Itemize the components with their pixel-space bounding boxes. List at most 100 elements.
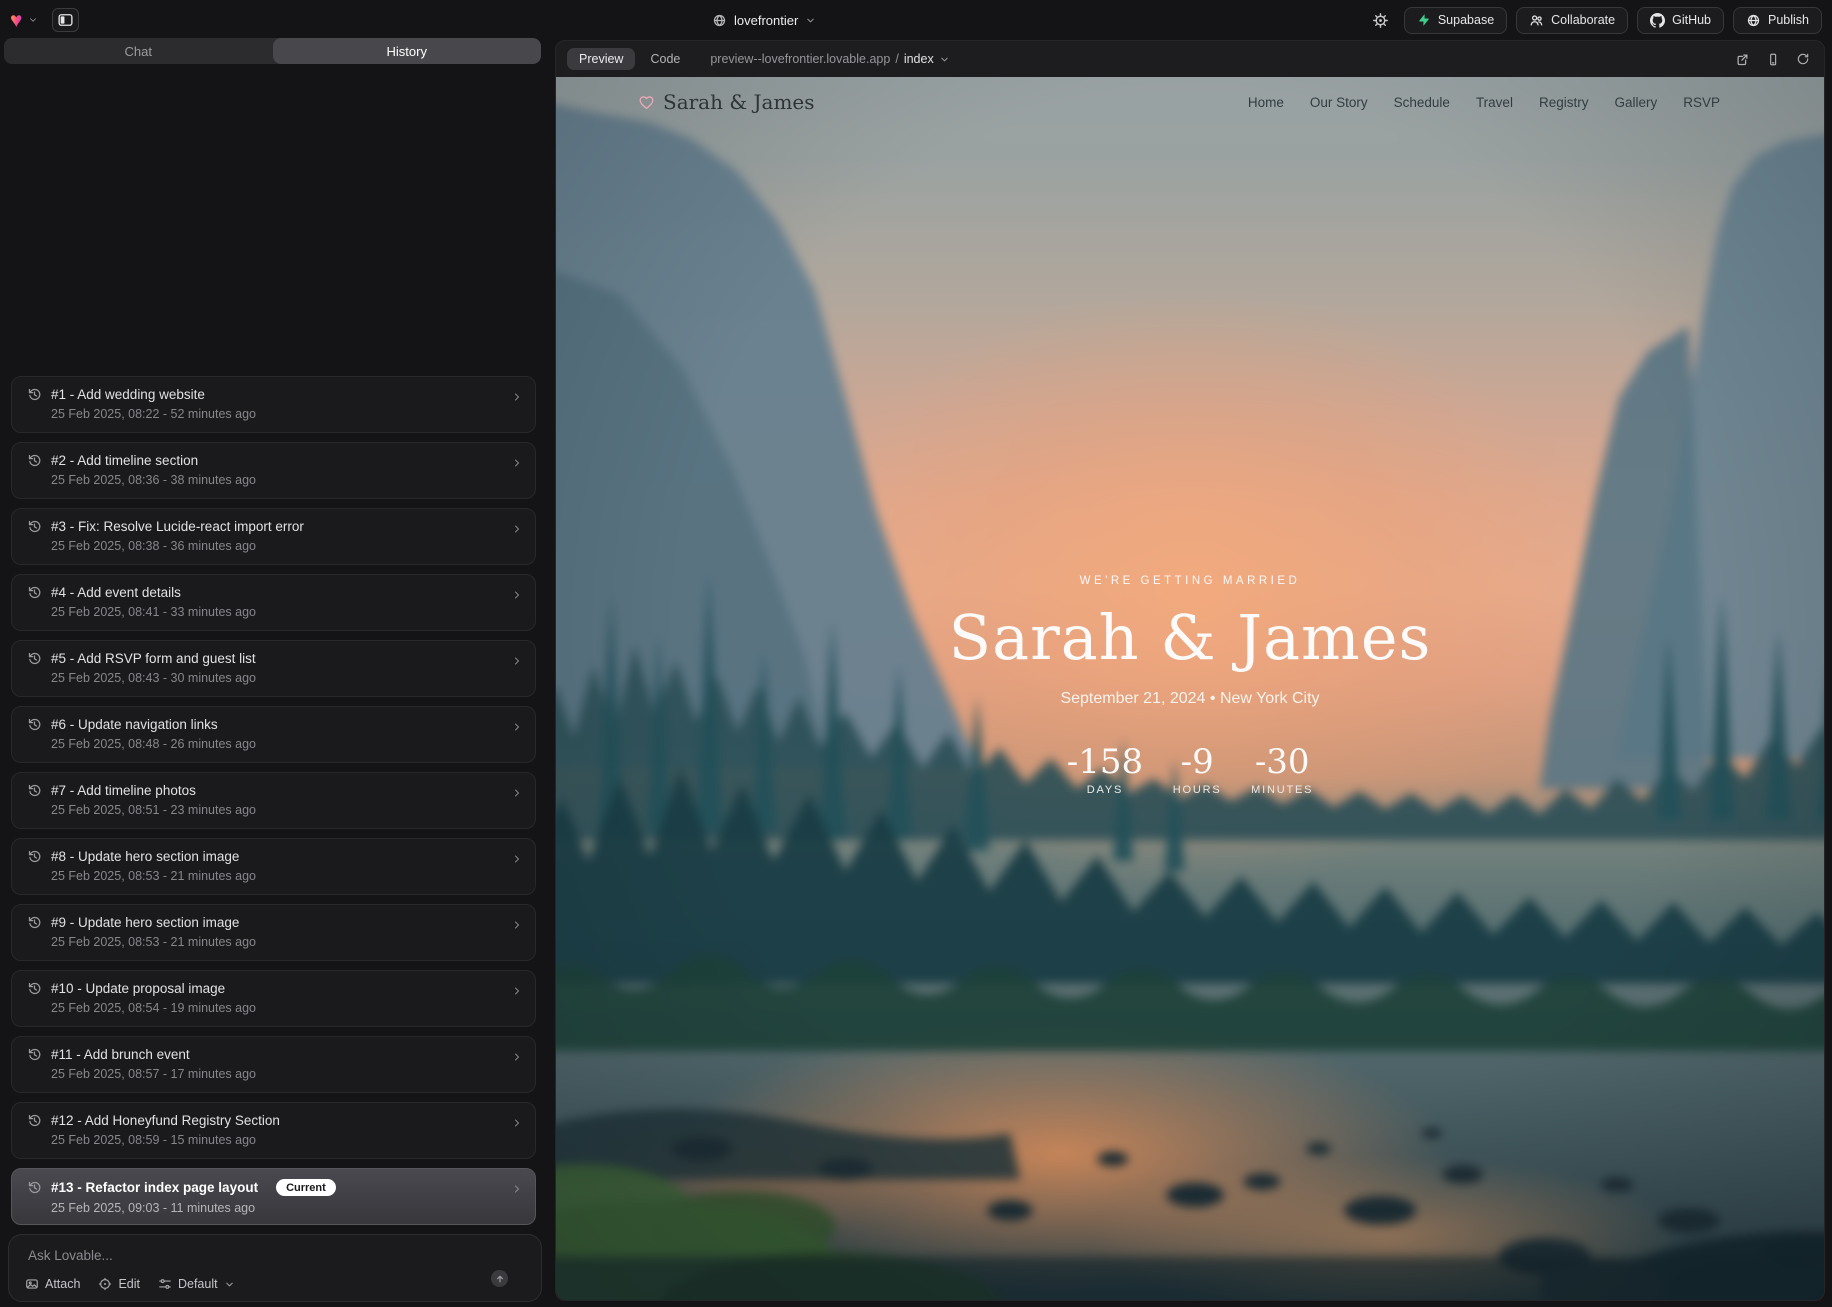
history-item-title: #2 - Add timeline section <box>51 453 198 468</box>
edit-mode-button[interactable]: Edit <box>98 1277 140 1291</box>
image-icon <box>25 1277 39 1291</box>
history-item-title: #9 - Update hero section image <box>51 915 239 930</box>
chevron-right-icon <box>511 391 523 403</box>
history-item-title: #6 - Update navigation links <box>51 717 218 732</box>
site-nav-link[interactable]: Home <box>1248 95 1284 110</box>
site-nav-link[interactable]: Gallery <box>1614 95 1657 110</box>
history-item-title: #5 - Add RSVP form and guest list <box>51 651 256 666</box>
refresh-icon[interactable] <box>1796 52 1810 66</box>
history-item-timestamp: 25 Feb 2025, 08:59 - 15 minutes ago <box>51 1133 521 1147</box>
history-item-title: #3 - Fix: Resolve Lucide-react import er… <box>51 519 304 534</box>
sidebar-toggle-button[interactable] <box>52 8 79 32</box>
history-item[interactable]: #6 - Update navigation links 25 Feb 2025… <box>11 706 536 763</box>
site-nav-link[interactable]: Registry <box>1539 95 1589 110</box>
countdown-label: HOURS <box>1169 784 1225 796</box>
github-icon <box>1650 13 1665 28</box>
history-item[interactable]: #8 - Update hero section image 25 Feb 20… <box>11 838 536 895</box>
history-item[interactable]: #7 - Add timeline photos 25 Feb 2025, 08… <box>11 772 536 829</box>
composer-toolbar: Attach Edit Default <box>25 1277 235 1291</box>
history-clock-icon <box>27 651 42 666</box>
chevron-right-icon <box>511 787 523 799</box>
countdown: -158 DAYS -9 HOURS -30 MINUTES <box>556 742 1824 796</box>
site-nav-link[interactable]: Schedule <box>1394 95 1450 110</box>
history-item-timestamp: 25 Feb 2025, 08:54 - 19 minutes ago <box>51 1001 521 1015</box>
chevron-right-icon <box>511 721 523 733</box>
collaborate-button[interactable]: Collaborate <box>1516 7 1628 34</box>
supabase-label: Supabase <box>1438 13 1494 27</box>
preview-toolbar: Preview Code preview--lovefrontier.lovab… <box>556 41 1824 77</box>
model-mode-button[interactable]: Default <box>158 1277 235 1291</box>
project-switcher[interactable]: lovefrontier <box>712 0 816 40</box>
settings-button[interactable] <box>1367 6 1395 34</box>
chevron-right-icon <box>511 1051 523 1063</box>
top-bar: ♥ lovefrontier Supabase Collaborate GitH… <box>0 0 1832 40</box>
collaborate-label: Collaborate <box>1551 13 1615 27</box>
chevron-right-icon <box>511 985 523 997</box>
preview-url[interactable]: preview--lovefrontier.lovable.app / inde… <box>710 52 949 66</box>
history-item[interactable]: #1 - Add wedding website 25 Feb 2025, 08… <box>11 376 536 433</box>
ask-lovable-input[interactable] <box>28 1248 498 1263</box>
history-clock-icon <box>27 519 42 534</box>
chevron-right-icon <box>511 853 523 865</box>
site-nav-link[interactable]: Travel <box>1476 95 1513 110</box>
url-page: index <box>904 52 934 66</box>
history-item[interactable]: #9 - Update hero section image 25 Feb 20… <box>11 904 536 961</box>
history-item[interactable]: #12 - Add Honeyfund Registry Section 25 … <box>11 1102 536 1159</box>
github-button[interactable]: GitHub <box>1637 7 1724 34</box>
history-item[interactable]: #3 - Fix: Resolve Lucide-react import er… <box>11 508 536 565</box>
history-item-timestamp: 25 Feb 2025, 08:36 - 38 minutes ago <box>51 473 521 487</box>
tab-code[interactable]: Code <box>650 52 680 66</box>
logo-chevron-down-icon[interactable] <box>28 15 38 25</box>
history-item[interactable]: #13 - Refactor index page layout Current… <box>11 1168 536 1225</box>
site-header: Sarah & James Home Our Story Schedule Trave… <box>556 77 1824 127</box>
history-item-timestamp: 25 Feb 2025, 08:41 - 33 minutes ago <box>51 605 521 619</box>
site-nav: Home Our Story Schedule Travel Registry Galle… <box>1248 95 1720 110</box>
countdown-label: MINUTES <box>1251 784 1313 796</box>
lovable-logo-icon[interactable]: ♥ <box>10 10 22 31</box>
website-preview: Sarah & James Home Our Story Schedule Trave… <box>556 77 1824 1300</box>
history-clock-icon <box>27 915 42 930</box>
mobile-device-icon[interactable] <box>1766 52 1780 67</box>
history-item[interactable]: #5 - Add RSVP form and guest list 25 Feb… <box>11 640 536 697</box>
history-item[interactable]: #2 - Add timeline section 25 Feb 2025, 0… <box>11 442 536 499</box>
github-label: GitHub <box>1672 13 1711 27</box>
history-item[interactable]: #4 - Add event details 25 Feb 2025, 08:4… <box>11 574 536 631</box>
sidebar-tab[interactable]: History <box>273 38 542 64</box>
hero-eyebrow: WE'RE GETTING MARRIED <box>556 575 1824 587</box>
project-chevron-down-icon <box>805 15 816 26</box>
publish-label: Publish <box>1768 13 1809 27</box>
site-nav-link[interactable]: Our Story <box>1310 95 1368 110</box>
mode-label: Default <box>178 1277 218 1291</box>
site-logo[interactable]: Sarah & James <box>638 90 815 114</box>
send-button[interactable] <box>491 1270 508 1287</box>
hero-content: WE'RE GETTING MARRIED Sarah & James Sept… <box>556 575 1824 796</box>
chevron-right-icon <box>511 457 523 469</box>
sliders-icon <box>158 1277 172 1291</box>
users-icon <box>1529 13 1544 28</box>
external-link-icon[interactable] <box>1735 52 1750 67</box>
history-item[interactable]: #10 - Update proposal image 25 Feb 2025,… <box>11 970 536 1027</box>
supabase-button[interactable]: Supabase <box>1404 7 1507 34</box>
history-clock-icon <box>27 783 42 798</box>
history-item-title: #1 - Add wedding website <box>51 387 205 402</box>
chevron-right-icon <box>511 589 523 601</box>
history-clock-icon <box>27 981 42 996</box>
preview-panel: Preview Code preview--lovefrontier.lovab… <box>555 40 1825 1301</box>
history-item-timestamp: 25 Feb 2025, 09:03 - 11 minutes ago <box>51 1201 521 1215</box>
history-item-timestamp: 25 Feb 2025, 08:51 - 23 minutes ago <box>51 803 521 817</box>
history-item[interactable]: #11 - Add brunch event 25 Feb 2025, 08:5… <box>11 1036 536 1093</box>
version-history-list: #1 - Add wedding website 25 Feb 2025, 08… <box>11 376 536 1234</box>
chat-composer: Attach Edit Default <box>8 1234 542 1302</box>
tab-preview[interactable]: Preview <box>567 48 635 70</box>
gear-icon <box>1372 12 1389 29</box>
site-nav-link[interactable]: RSVP <box>1683 95 1720 110</box>
url-host: preview--lovefrontier.lovable.app <box>710 52 890 66</box>
history-item-title: #7 - Add timeline photos <box>51 783 196 798</box>
countdown-value: -9 <box>1169 742 1225 782</box>
countdown-unit: -158 DAYS <box>1067 742 1143 796</box>
sidebar-tab[interactable]: Chat <box>4 38 273 64</box>
hero-title: Sarah & James <box>556 601 1824 674</box>
countdown-label: DAYS <box>1067 784 1143 796</box>
attach-button[interactable]: Attach <box>25 1277 80 1291</box>
publish-button[interactable]: Publish <box>1733 7 1822 34</box>
